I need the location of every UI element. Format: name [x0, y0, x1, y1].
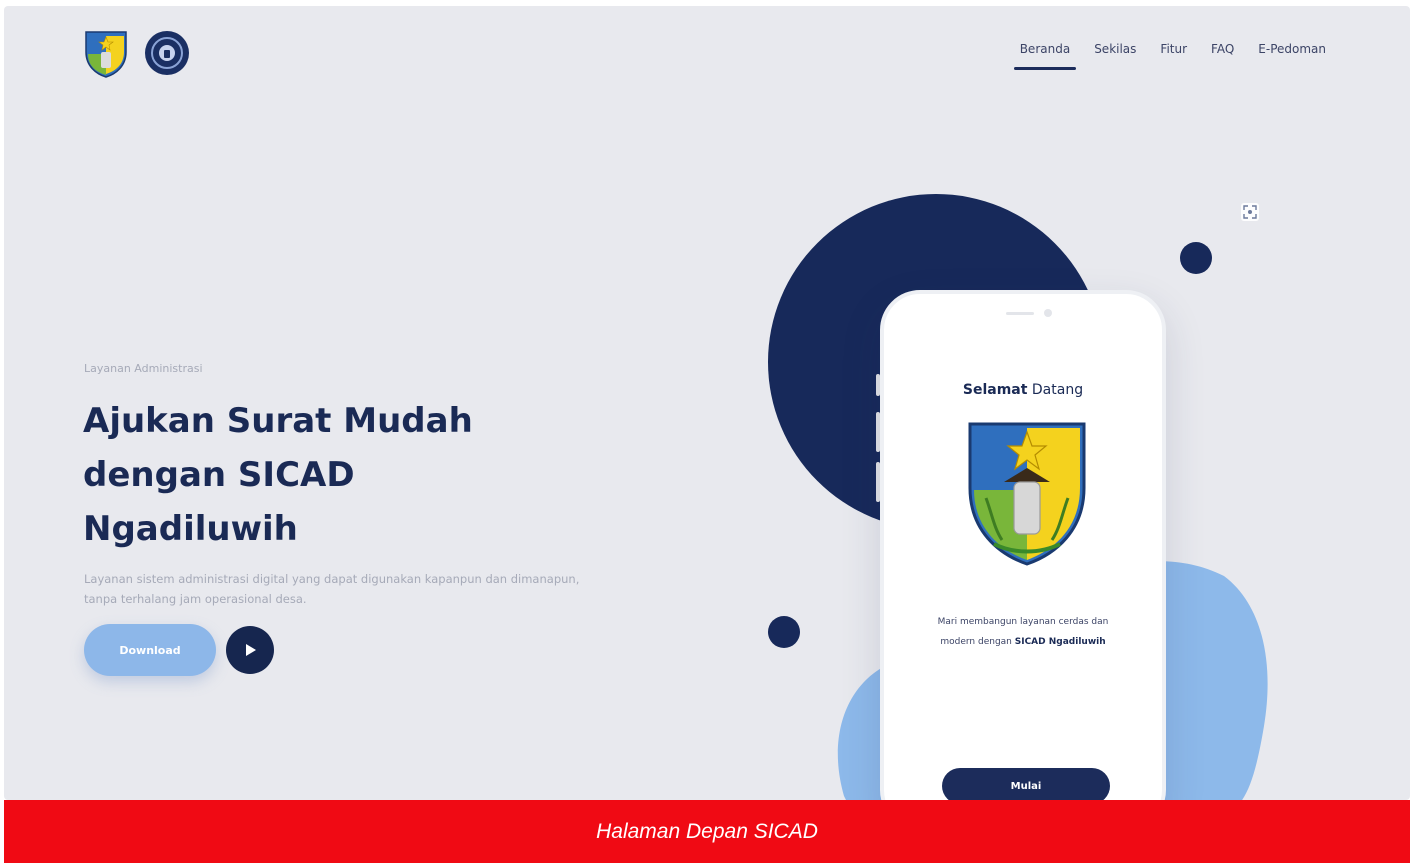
phone-side-button: [876, 462, 880, 502]
hero-title-line: Ngadiluwih: [83, 509, 298, 549]
play-video-button[interactable]: [226, 626, 274, 674]
phone-tagline: Mari membangun layanan cerdas dan modern…: [904, 612, 1142, 652]
nav-fitur[interactable]: Fitur: [1160, 42, 1187, 70]
phone-tagline-line-2-prefix: modern dengan: [940, 637, 1015, 647]
phone-mockup: Selamat Datang Mari membangun layanan ce…: [876, 290, 1166, 800]
regency-crest-large: [968, 422, 1086, 566]
start-button[interactable]: Mulai: [942, 768, 1110, 800]
caption-text: Halaman Depan SICAD: [596, 819, 818, 843]
hero-eyebrow: Layanan Administrasi: [84, 362, 203, 375]
nav-sekilas[interactable]: Sekilas: [1094, 42, 1136, 70]
main-nav: Beranda Sekilas Fitur FAQ E-Pedoman: [1013, 42, 1326, 70]
welcome-heading: Selamat Datang: [884, 382, 1162, 398]
play-icon: [246, 644, 256, 656]
focus-frame-icon[interactable]: [1240, 202, 1260, 222]
hero-title-line: dengan SICAD: [83, 455, 355, 495]
welcome-heading-regular: Datang: [1027, 382, 1084, 398]
decorative-dot: [1180, 242, 1212, 274]
hero-title: Ajukan Surat Mudah dengan SICAD Ngadiluw…: [83, 394, 553, 556]
decorative-dot: [768, 616, 800, 648]
phone-tagline-brand: SICAD Ngadiluwih: [1014, 637, 1106, 647]
nav-e-pedoman[interactable]: E-Pedoman: [1258, 42, 1326, 70]
village-seal-logo[interactable]: [144, 30, 190, 76]
regency-crest-logo[interactable]: [82, 28, 130, 78]
phone-side-button: [876, 412, 880, 452]
welcome-heading-bold: Selamat: [962, 382, 1028, 398]
nav-faq[interactable]: FAQ: [1211, 42, 1234, 70]
phone-tagline-line-1: Mari membangun layanan cerdas dan: [937, 617, 1109, 627]
phone-camera: [1044, 309, 1052, 317]
caption-bar: Halaman Depan SICAD: [4, 800, 1410, 863]
header-logos: [82, 28, 190, 78]
download-button[interactable]: Download: [84, 624, 216, 676]
landing-page: Beranda Sekilas Fitur FAQ E-Pedoman Laya…: [4, 6, 1410, 800]
hero-title-line: Ajukan Surat Mudah: [83, 401, 473, 441]
hero-description: Layanan sistem administrasi digital yang…: [84, 572, 580, 606]
phone-side-button: [876, 374, 880, 396]
nav-beranda[interactable]: Beranda: [1013, 42, 1077, 70]
phone-speaker: [1006, 312, 1034, 315]
